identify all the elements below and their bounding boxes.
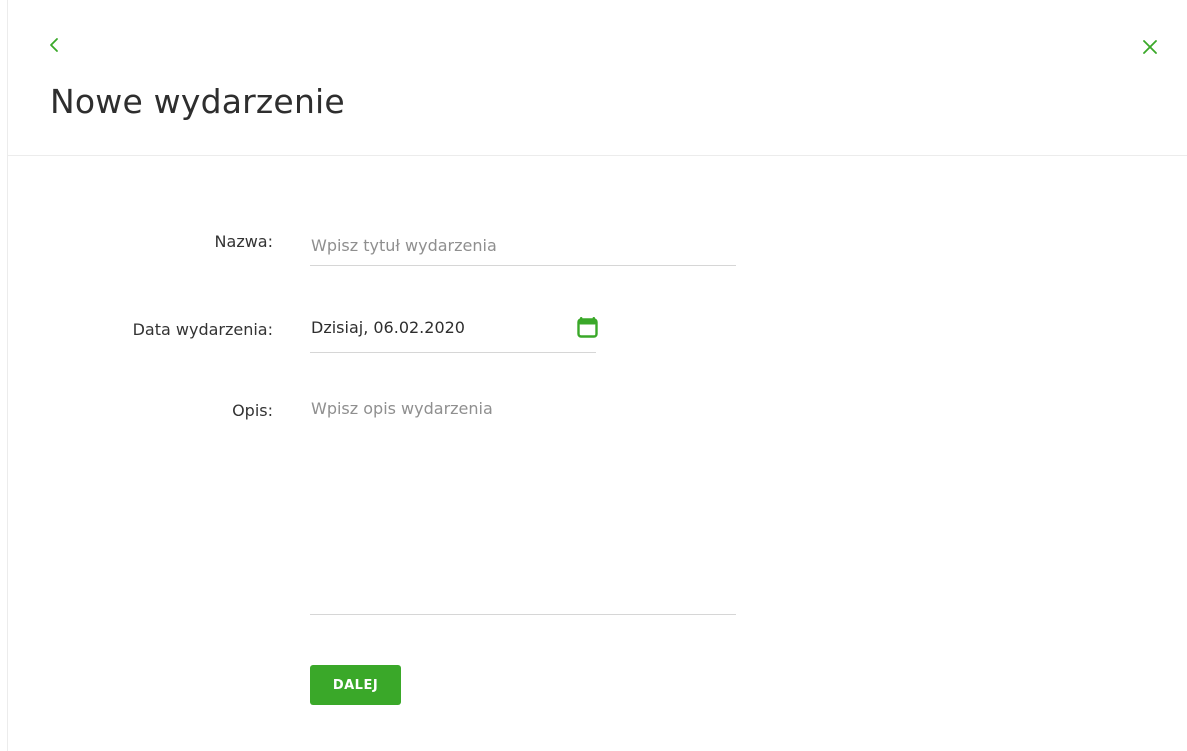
name-label: Nazwa: — [214, 232, 273, 251]
event-name-input[interactable] — [310, 226, 736, 266]
next-button[interactable]: DALEJ — [310, 665, 401, 705]
back-button[interactable] — [46, 34, 64, 56]
page-title: Nowe wydarzenie — [50, 82, 345, 121]
calendar-button[interactable] — [577, 316, 598, 338]
panel-header: Nowe wydarzenie — [8, 0, 1187, 156]
description-label: Opis: — [232, 401, 273, 420]
chevron-left-icon — [50, 38, 58, 52]
event-date-field[interactable]: Dzisiaj, 06.02.2020 — [311, 318, 465, 337]
date-label: Data wydarzenia: — [132, 320, 273, 339]
event-date-underline — [310, 352, 596, 353]
calendar-icon — [577, 317, 598, 338]
close-icon — [1143, 40, 1157, 54]
new-event-panel: Nowe wydarzenie Nazwa: Data wydarzenia: … — [7, 0, 1187, 751]
event-description-textarea[interactable] — [310, 399, 736, 615]
close-button[interactable] — [1141, 38, 1159, 56]
